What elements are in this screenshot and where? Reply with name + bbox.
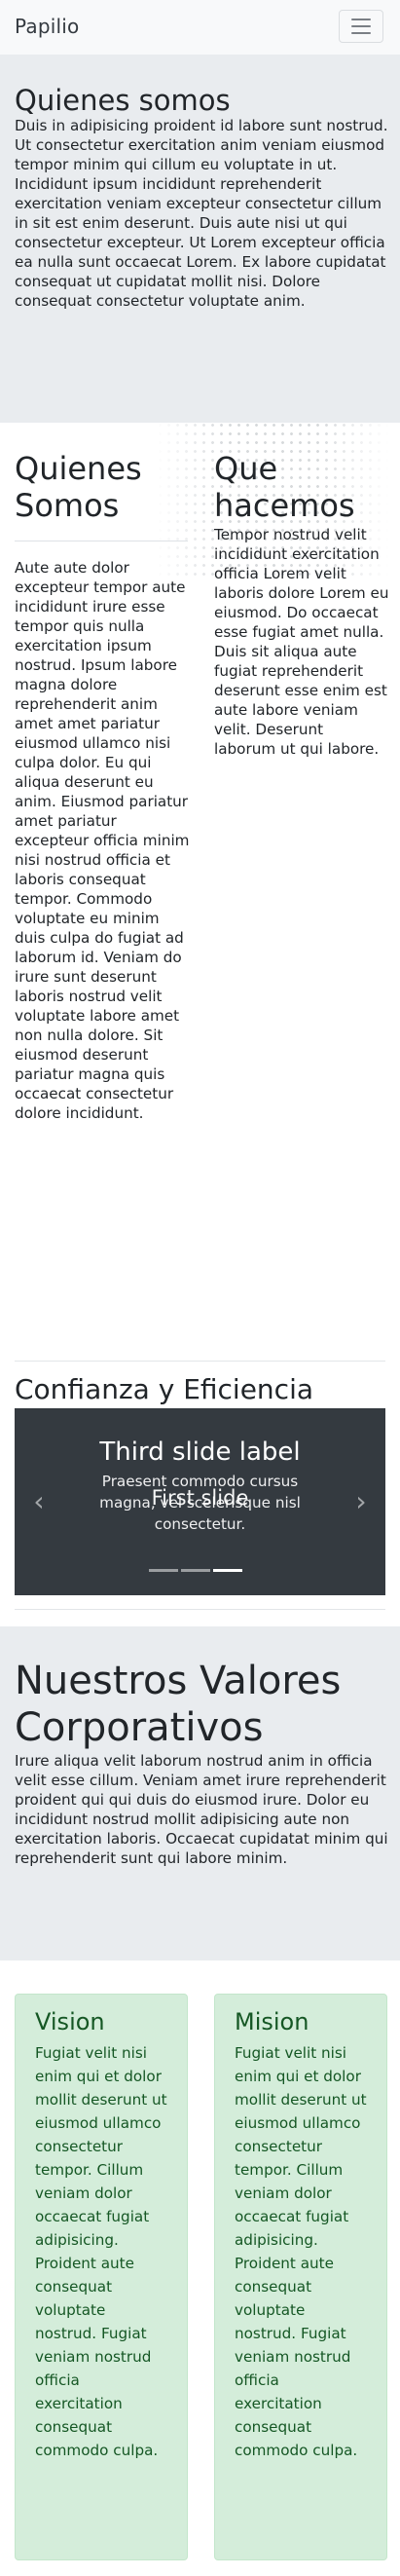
values-text: Irure aliqua velit laborum nostrud anim … [15,1752,388,1867]
carousel-section-title: Confianza y Eficiencia [15,1373,314,1405]
vision-text: Fugiat velit nisi enim qui et dolor moll… [35,2044,167,2459]
hamburger-menu-icon-line [351,32,371,34]
navbar: Papilio [0,0,400,55]
quienes-somos-text: Aute aute dolor excepteur tempor aute in… [15,559,190,1122]
carousel-indicator[interactable] [181,1568,210,1572]
chevron-left-icon[interactable]: ‹ [24,1482,54,1521]
section-divider [15,1609,385,1610]
carousel-caption-title: Third slide label [99,1437,301,1467]
carousel-indicator[interactable] [149,1568,178,1572]
chevron-right-icon[interactable]: › [346,1482,376,1521]
mision-text: Fugiat velit nisi enim qui et dolor moll… [235,2044,367,2459]
hamburger-menu-icon-line [351,25,371,27]
navbar-brand[interactable]: Papilio [15,15,79,38]
carousel-indicator-active[interactable] [213,1568,242,1572]
hero-text: Duis in adipisicing proident id labore s… [15,117,388,310]
mision-title: Mision [235,2008,309,2035]
carousel-indicators [149,1566,251,1574]
hero-title: Quienes somos [15,84,231,117]
navbar-toggler-button[interactable] [339,10,383,43]
que-hacemos-text: Tempor nostrud velit incididunt exercita… [214,526,389,758]
carousel[interactable]: First slide Third slide label Praesent c… [15,1408,385,1595]
carousel-caption-text: Praesent commodo cursus magna, vel scele… [99,1473,301,1533]
section-divider [15,1361,385,1362]
hero-jumbotron: Quienes somos Duis in adipisicing proide… [0,55,400,423]
mision-card: Mision Fugiat velit nisi enim qui et dol… [214,1994,387,2560]
hamburger-menu-icon [351,19,371,20]
values-title: Nuestros Valores Corporativos [15,1659,342,1750]
quienes-somos-title: Quienes Somos [15,450,142,524]
que-hacemos-title: Que hacemos [214,450,355,524]
vision-title: Vision [35,2008,105,2035]
vision-card: Vision Fugiat velit nisi enim qui et dol… [15,1994,188,2560]
values-jumbotron: Nuestros Valores Corporativos Irure aliq… [0,1626,400,1960]
